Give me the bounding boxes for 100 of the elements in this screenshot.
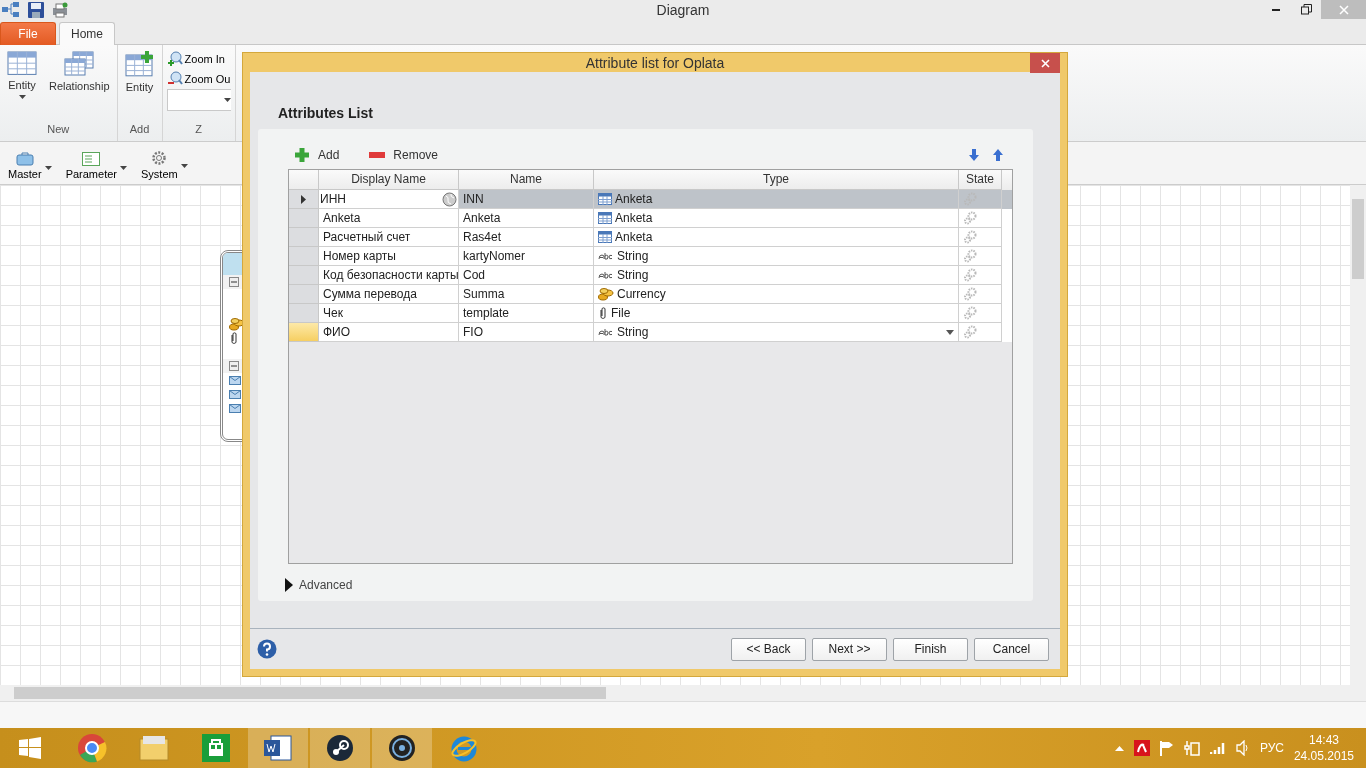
- toolbar-button[interactable]: Master: [8, 152, 52, 180]
- group-label: Z: [195, 123, 202, 137]
- taskbar-app[interactable]: [372, 728, 432, 768]
- help-icon[interactable]: [257, 639, 277, 659]
- table-icon: [598, 231, 612, 243]
- minimize-icon: [1272, 8, 1280, 11]
- table-cell: template: [463, 306, 510, 320]
- collapse-icon[interactable]: [229, 277, 239, 287]
- collapse-icon[interactable]: [229, 361, 239, 371]
- table-cell: Сумма перевода: [323, 287, 417, 301]
- section-heading: Attributes List: [278, 105, 373, 121]
- signal-icon[interactable]: [1209, 741, 1226, 755]
- taskbar-app[interactable]: [248, 728, 308, 768]
- dropdown-icon[interactable]: [946, 329, 954, 335]
- vertical-scrollbar[interactable]: [1350, 185, 1366, 685]
- gears-icon: [963, 230, 977, 244]
- tables-icon: [64, 51, 95, 76]
- taskbar-app[interactable]: [310, 728, 370, 768]
- current-row-icon: [301, 194, 306, 204]
- caret-icon: [223, 98, 231, 102]
- ribbon-button[interactable]: Relationship: [46, 49, 113, 123]
- caret-up-icon[interactable]: [1114, 745, 1124, 751]
- table-row[interactable]: Расчетный счет Ras4et Anketa: [289, 228, 1012, 247]
- paperclip-icon: [229, 331, 239, 345]
- advanced-toggle[interactable]: Advanced: [285, 578, 353, 592]
- table-cell: Anketa: [615, 230, 653, 244]
- ribbon-tab[interactable]: Home: [59, 22, 115, 45]
- table-row[interactable]: Номер карты kartyNomer String: [289, 247, 1012, 266]
- dialog-title: Attribute list for Oplata: [585, 54, 725, 71]
- table-cell: kartyNomer: [463, 249, 525, 263]
- table-add-icon: [124, 51, 155, 77]
- table-row[interactable]: ИНН INN Anketa: [289, 190, 1012, 209]
- table-icon: [598, 212, 612, 224]
- dialog-close-button[interactable]: [1030, 53, 1060, 73]
- add-button[interactable]: Add: [294, 147, 340, 163]
- table-cell: Anketa: [463, 211, 501, 225]
- battery-icon[interactable]: [1183, 740, 1200, 756]
- remove-button[interactable]: Remove: [369, 148, 439, 162]
- table-cell: Код безопасности карты: [323, 268, 458, 282]
- browser-icon: [77, 733, 107, 763]
- table-cell: Currency: [617, 287, 666, 301]
- antivirus-icon[interactable]: [1133, 740, 1150, 756]
- table-cell: ФИО: [323, 325, 351, 339]
- table-row[interactable]: Код безопасности карты Cod String: [289, 266, 1012, 285]
- close-icon: [1040, 58, 1050, 68]
- group-label: New: [47, 123, 70, 137]
- horizontal-scrollbar[interactable]: [0, 685, 1366, 701]
- caret-icon: [120, 166, 127, 170]
- disc-icon: [388, 734, 416, 762]
- move-down-icon[interactable]: [969, 149, 979, 161]
- store-icon: [202, 734, 230, 762]
- table-cell: File: [611, 306, 631, 320]
- flag-icon[interactable]: [1159, 740, 1174, 756]
- zoom-button[interactable]: Zoom Ou: [166, 69, 231, 89]
- row-header[interactable]: [289, 190, 319, 209]
- zoom-out-icon: [166, 71, 183, 87]
- expand-icon: [285, 578, 293, 592]
- save-icon[interactable]: [28, 2, 44, 18]
- move-up-icon[interactable]: [993, 149, 1003, 161]
- globe-icon[interactable]: [442, 191, 457, 207]
- table-cell: Anketa: [615, 192, 653, 206]
- ribbon-button[interactable]: Entity: [4, 49, 40, 123]
- toolbar-button[interactable]: System: [141, 150, 188, 180]
- table-row[interactable]: Чек template File: [289, 304, 1012, 323]
- restore-icon: [1300, 4, 1312, 15]
- envelope-icon: [229, 403, 241, 413]
- table-cell: String: [617, 249, 649, 263]
- zoom-button[interactable]: Zoom In: [166, 49, 231, 69]
- table-cell: Ras4et: [463, 230, 502, 244]
- toolbar-button[interactable]: Parameter: [65, 152, 127, 180]
- table-cell: Cod: [463, 268, 485, 282]
- table-row[interactable]: ФИО FIO String: [289, 323, 1012, 342]
- browser-e-icon: [449, 734, 479, 762]
- envelope-icon: [229, 389, 241, 399]
- print-icon[interactable]: [52, 2, 68, 18]
- paperclip-icon: [598, 306, 608, 320]
- table-icon: [7, 51, 37, 75]
- zoom-combo[interactable]: [166, 89, 231, 111]
- abc-icon: [598, 328, 614, 336]
- ribbon-button[interactable]: Entity: [121, 49, 158, 123]
- plus-icon: [294, 147, 310, 163]
- table-cell: Расчетный счет: [323, 230, 411, 244]
- table-cell: INN: [463, 192, 484, 206]
- display-name-field[interactable]: ИНН: [319, 190, 458, 208]
- windows-logo-icon: [19, 737, 41, 759]
- volume-icon[interactable]: [1235, 740, 1250, 756]
- dialog-button[interactable]: Next >>: [812, 637, 887, 661]
- dialog-button[interactable]: Cancel: [974, 637, 1049, 661]
- dialog-button[interactable]: << Back: [731, 637, 806, 661]
- zoom-in-icon: [166, 51, 183, 67]
- table-row[interactable]: Сумма перевода Summa Currency: [289, 285, 1012, 304]
- caret-icon: [180, 164, 188, 168]
- abc-icon: [598, 252, 614, 260]
- window-title: Diagram: [656, 2, 710, 18]
- diagram-icon[interactable]: [2, 2, 20, 18]
- dialog-button[interactable]: Finish: [893, 637, 968, 661]
- gear-icon: [151, 150, 168, 166]
- table-row[interactable]: Anketa Anketa Anketa: [289, 209, 1012, 228]
- clock-time: 14:43: [1308, 732, 1339, 748]
- gears-icon: [963, 211, 977, 225]
